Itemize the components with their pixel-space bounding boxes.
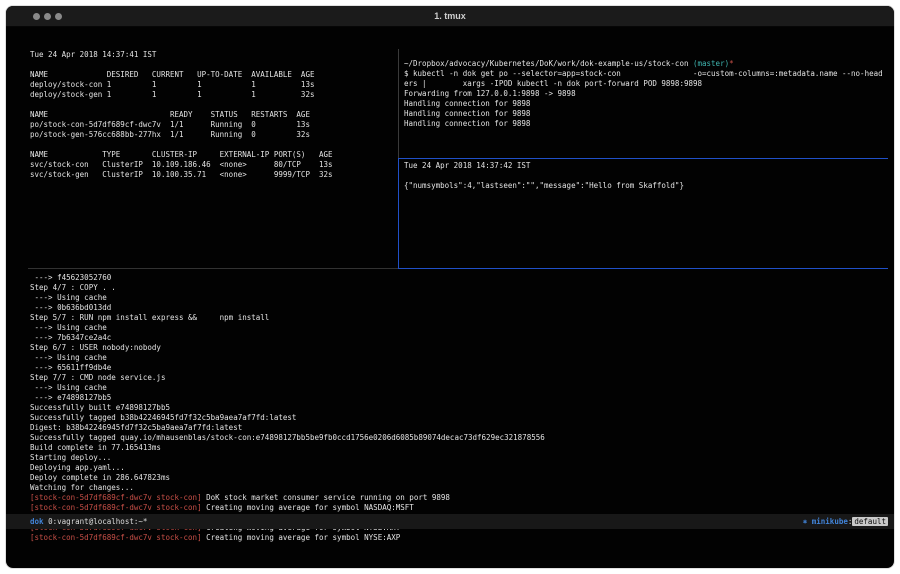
pane-divider-vertical-active[interactable] [398,158,399,269]
pane-kubectl-watch[interactable]: Tue 24 Apr 2018 14:37:41 IST NAME DESIRE… [30,50,396,268]
terminal-content: Tue 24 Apr 2018 14:37:41 IST NAME DESIRE… [6,27,894,568]
pane-divider-bottom-inactive[interactable] [28,268,398,269]
pane-divider-right-split-active[interactable] [398,158,888,159]
pane-skaffold-build-log[interactable]: ---> f45623052760Step 4/7 : COPY . . ---… [30,273,888,535]
terminal-window: 1. tmux Tue 24 Apr 2018 14:37:41 IST NAM… [6,6,894,568]
window-title: 1. tmux [6,11,894,21]
pane-port-forward[interactable]: ~/Dropbox/advocacy/Kubernetes/DoK/work/d… [404,49,888,157]
pane-divider-bottom-active[interactable] [398,268,888,269]
cluster-name: minikube [807,517,848,526]
pane-curl-output[interactable]: Tue 24 Apr 2018 14:37:42 IST {"numsymbol… [404,161,888,267]
context-badge: default [852,517,888,526]
status-left: dok 0:vagrant@localhost:~* [30,514,147,529]
session-name[interactable]: dok [30,517,44,526]
window-item[interactable]: 0:vagrant@localhost:~* [48,517,147,526]
tmux-status-bar: dok 0:vagrant@localhost:~* ⎈ minikube:de… [6,514,894,529]
window-titlebar: 1. tmux [6,6,894,27]
pane-divider-vertical-inactive[interactable] [398,49,399,158]
status-right: ⎈ minikube:default [803,514,888,529]
